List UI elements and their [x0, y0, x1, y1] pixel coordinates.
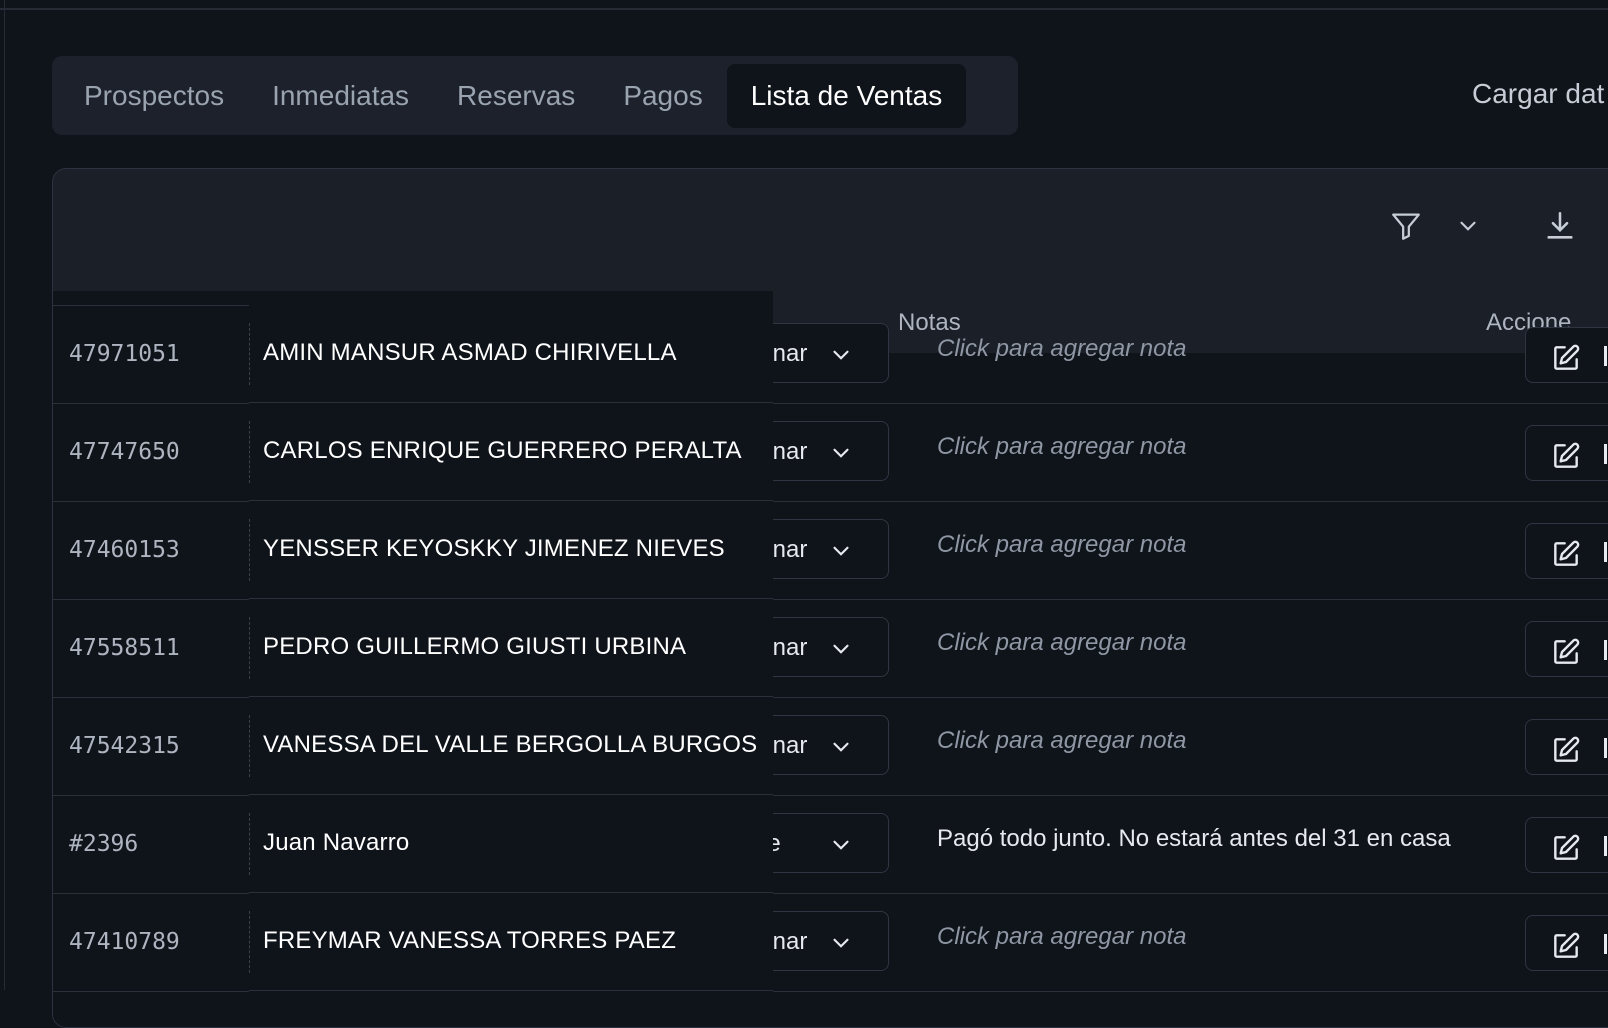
tab-bar: Prospectos Inmediatas Reservas Pagos Lis…: [52, 56, 1018, 135]
edit-button[interactable]: [1525, 621, 1608, 677]
chevron-down-icon: [828, 440, 854, 471]
edit-icon: [1550, 538, 1582, 575]
note-cell[interactable]: Click para agregar nota: [937, 531, 1186, 559]
status-select[interactable]: ignar: [753, 911, 889, 971]
edit-button[interactable]: [1525, 327, 1608, 383]
download-icon[interactable]: [1543, 209, 1577, 243]
status-select[interactable]: ignar: [753, 519, 889, 579]
left-panel-edge: [0, 0, 5, 990]
edit-button[interactable]: [1525, 425, 1608, 481]
table-toolbar: [53, 169, 1608, 293]
frozen-row: VANESSA DEL VALLE BERGOLLA BURGOS: [249, 697, 773, 795]
top-border: [0, 0, 1608, 10]
customer-name: YENSSER KEYOSKKY JIMENEZ NIEVES: [263, 535, 725, 562]
row-id: 47747650: [69, 439, 180, 465]
row-id: 47460153: [69, 537, 180, 563]
cell-divider: [249, 323, 250, 385]
more-actions-icon: [1604, 542, 1607, 562]
tab-reservas[interactable]: Reservas: [433, 64, 599, 128]
status-select[interactable]: ignar: [753, 715, 889, 775]
note-cell[interactable]: Pagó todo junto. No estará antes del 31 …: [937, 825, 1451, 853]
edit-button[interactable]: [1525, 817, 1608, 873]
chevron-down-icon: [828, 538, 854, 569]
status-select[interactable]: ignar: [753, 323, 889, 383]
cell-divider: [249, 715, 250, 777]
customer-name: CARLOS ENRIQUE GUERRERO PERALTA: [263, 437, 742, 464]
edit-icon: [1550, 930, 1582, 967]
frozen-row: YENSSER KEYOSKKY JIMENEZ NIEVES: [249, 501, 773, 599]
chevron-down-icon: [828, 342, 854, 373]
customer-name: VANESSA DEL VALLE BERGOLLA BURGOS: [263, 731, 758, 758]
row-id: 47971051: [69, 341, 180, 367]
cell-divider: [249, 421, 250, 483]
row-id: #2396: [69, 831, 139, 857]
edit-icon: [1550, 342, 1582, 379]
edit-icon: [1550, 636, 1582, 673]
tab-prospectos[interactable]: Prospectos: [60, 64, 248, 128]
frozen-row: AMIN MANSUR ASMAD CHIRIVELLA: [249, 305, 773, 403]
frozen-row: PEDRO GUILLERMO GIUSTI URBINA: [249, 599, 773, 697]
more-actions-icon: [1604, 836, 1607, 856]
tab-inmediatas[interactable]: Inmediatas: [248, 64, 433, 128]
frozen-name-column: AMIN MANSUR ASMAD CHIRIVELLA CARLOS ENRIQ…: [249, 291, 773, 1027]
more-actions-icon: [1604, 738, 1607, 758]
edit-button[interactable]: [1525, 915, 1608, 971]
frozen-row: Juan Navarro: [249, 795, 773, 893]
tab-pagos[interactable]: Pagos: [599, 64, 726, 128]
row-id: 47410789: [69, 929, 180, 955]
status-select[interactable]: ne: [753, 813, 889, 873]
row-id: 47558511: [69, 635, 180, 661]
more-actions-icon: [1604, 444, 1607, 464]
more-actions-icon: [1604, 346, 1607, 366]
row-id: 47542315: [69, 733, 180, 759]
tab-lista-de-ventas[interactable]: Lista de Ventas: [726, 63, 967, 128]
edit-button[interactable]: [1525, 523, 1608, 579]
status-select[interactable]: ignar: [753, 421, 889, 481]
customer-name: FREYMAR VANESSA TORRES PAEZ: [263, 927, 677, 954]
edit-icon: [1550, 440, 1582, 477]
sales-table-card: Notas Accione 47971051 ignar Click para ag…: [52, 168, 1608, 1028]
sales-table: Notas Accione 47971051 ignar Click para ag…: [53, 291, 1608, 1027]
frozen-row: CARLOS ENRIQUE GUERRERO PERALTA: [249, 403, 773, 501]
edit-icon: [1550, 832, 1582, 869]
chevron-down-icon: [828, 636, 854, 667]
frozen-row: FREYMAR VANESSA TORRES PAEZ: [249, 893, 773, 991]
customer-name: Juan Navarro: [263, 829, 410, 856]
cell-divider: [249, 519, 250, 581]
filter-icon[interactable]: [1389, 209, 1423, 243]
edit-icon: [1550, 734, 1582, 771]
chevron-down-icon: [828, 832, 854, 863]
status-select[interactable]: ignar: [753, 617, 889, 677]
edit-button[interactable]: [1525, 719, 1608, 775]
cell-divider: [249, 911, 250, 973]
note-cell[interactable]: Click para agregar nota: [937, 433, 1186, 461]
cargar-datos-button[interactable]: Cargar dat: [1472, 78, 1604, 110]
note-cell[interactable]: Click para agregar nota: [937, 727, 1186, 755]
note-cell[interactable]: Click para agregar nota: [937, 629, 1186, 657]
note-cell[interactable]: Click para agregar nota: [937, 335, 1186, 363]
chevron-down-icon[interactable]: [1455, 213, 1481, 239]
cell-divider: [249, 813, 250, 875]
customer-name: PEDRO GUILLERMO GIUSTI URBINA: [263, 633, 687, 660]
chevron-down-icon: [828, 930, 854, 961]
more-actions-icon: [1604, 640, 1607, 660]
chevron-down-icon: [828, 734, 854, 765]
cell-divider: [249, 617, 250, 679]
more-actions-icon: [1604, 934, 1607, 954]
note-cell[interactable]: Click para agregar nota: [937, 923, 1186, 951]
customer-name: AMIN MANSUR ASMAD CHIRIVELLA: [263, 339, 677, 366]
